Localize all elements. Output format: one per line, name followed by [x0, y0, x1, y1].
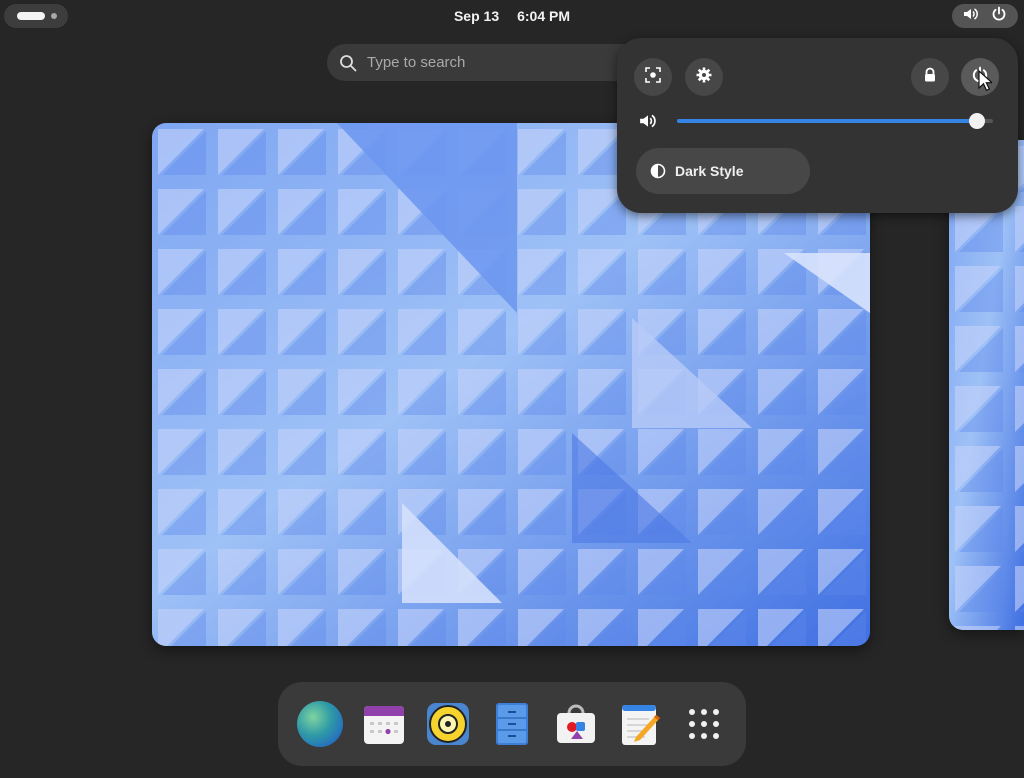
clock-button[interactable]: Sep 13 6:04 PM	[440, 4, 584, 28]
dash-item-software[interactable]	[550, 700, 602, 748]
software-store-icon	[557, 704, 595, 743]
inactive-workspace-indicator	[51, 13, 57, 19]
dash	[278, 682, 746, 766]
lock-icon	[922, 67, 938, 88]
quick-settings-menu: Dark Style	[617, 38, 1018, 213]
dash-item-files[interactable]	[486, 700, 538, 748]
dash-item-text-editor[interactable]	[614, 700, 666, 748]
workspace-thumbnail-next[interactable]	[949, 140, 1024, 630]
activities-button[interactable]	[4, 4, 68, 28]
dash-item-web-browser[interactable]	[294, 700, 346, 748]
volume-slider-fill	[677, 119, 978, 123]
settings-button[interactable]	[685, 58, 723, 96]
volume-icon[interactable]	[639, 112, 657, 135]
clock-date: Sep 13	[453, 8, 500, 24]
app-grid-icon	[689, 709, 719, 739]
web-browser-icon	[297, 701, 343, 747]
lock-button[interactable]	[911, 58, 949, 96]
search-entry[interactable]	[327, 44, 647, 81]
volume-icon	[963, 6, 979, 27]
dark-style-label: Dark Style	[675, 163, 744, 179]
clock-time: 6:04 PM	[517, 8, 571, 24]
top-bar: Sep 13 6:04 PM	[0, 0, 1024, 32]
system-menu-button[interactable]	[952, 4, 1018, 28]
show-apps-button[interactable]	[678, 700, 730, 748]
dark-style-icon	[650, 163, 666, 179]
dark-style-toggle[interactable]: Dark Style	[636, 148, 810, 194]
rhythmbox-icon	[427, 703, 469, 745]
calendar-icon	[364, 706, 404, 744]
volume-slider-handle[interactable]	[969, 113, 986, 129]
gear-icon	[695, 66, 713, 89]
dash-item-rhythmbox[interactable]	[422, 700, 474, 748]
text-editor-icon	[622, 705, 660, 745]
files-icon	[496, 703, 528, 745]
wallpaper-image-next	[949, 140, 1024, 630]
mouse-cursor-icon	[978, 70, 992, 92]
screenshot-button[interactable]	[634, 58, 672, 96]
active-workspace-indicator	[17, 12, 45, 20]
search-input[interactable]	[367, 52, 627, 73]
power-icon	[991, 6, 1007, 27]
screenshot-icon	[644, 66, 662, 89]
dash-item-calendar[interactable]	[358, 700, 410, 748]
volume-slider[interactable]	[677, 112, 993, 130]
